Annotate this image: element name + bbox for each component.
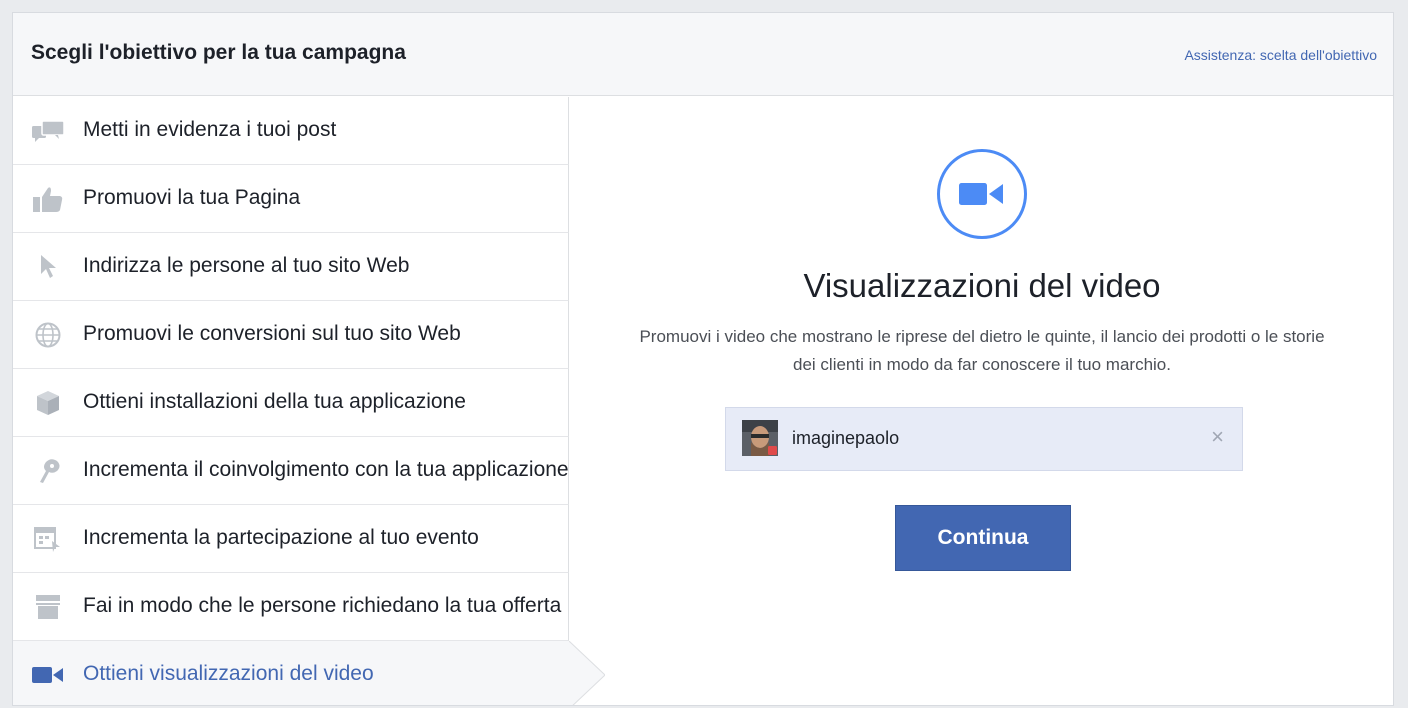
objective-label: Ottieni visualizzazioni del video xyxy=(83,662,374,685)
objective-offer-claims[interactable]: Fai in modo che le persone richiedano la… xyxy=(13,573,569,641)
objective-label: Promuovi le conversioni sul tuo sito Web xyxy=(83,322,461,345)
objective-title: Visualizzazioni del video xyxy=(803,267,1161,304)
panel-header: Scegli l'obiettivo per la tua campagna A… xyxy=(13,13,1393,96)
store-icon xyxy=(31,595,65,619)
globe-icon xyxy=(31,322,65,348)
objective-description: Promuovi i video che mostrano le riprese… xyxy=(639,327,1325,374)
objective-label: Indirizza le persone al tuo sito Web xyxy=(83,254,410,277)
page-name: imaginepaolo xyxy=(792,428,900,448)
objective-promote-page[interactable]: Promuovi la tua Pagina xyxy=(13,165,569,233)
page-selector[interactable]: imaginepaolo × xyxy=(725,407,1243,471)
objective-list: Metti in evidenza i tuoi post Promuovi l… xyxy=(13,97,605,705)
thumbs-up-icon xyxy=(31,187,65,212)
continue-button[interactable]: Continua xyxy=(895,505,1071,571)
campaign-objective-panel: Scegli l'obiettivo per la tua campagna A… xyxy=(12,12,1394,706)
objective-label: Ottieni installazioni della tua applicaz… xyxy=(83,390,466,413)
help-link[interactable]: Assistenza: scelta dell'obiettivo xyxy=(1184,47,1377,63)
objective-event-responses[interactable]: Incrementa la partecipazione al tuo even… xyxy=(13,505,569,573)
objective-label: Fai in modo che le persone richiedano la… xyxy=(83,594,562,617)
objective-app-engagement[interactable]: Incrementa il coinvolgimento con la tua … xyxy=(13,437,569,505)
objective-boost-posts[interactable]: Metti in evidenza i tuoi post xyxy=(13,97,569,165)
objective-label: Metti in evidenza i tuoi post xyxy=(83,118,337,141)
objective-label: Incrementa il coinvolgimento con la tua … xyxy=(83,458,569,481)
objective-website-conversions[interactable]: Promuovi le conversioni sul tuo sito Web xyxy=(13,301,569,369)
objective-detail: Visualizzazioni del video Promuovi i vid… xyxy=(569,97,1393,705)
avatar xyxy=(742,420,778,456)
objective-website-clicks[interactable]: Indirizza le persone al tuo sito Web xyxy=(13,233,569,301)
close-icon[interactable]: × xyxy=(1211,424,1224,450)
boost-post-icon xyxy=(31,119,65,143)
panel-title: Scegli l'obiettivo per la tua campagna xyxy=(31,41,406,64)
objective-label: Promuovi la tua Pagina xyxy=(83,186,301,209)
calendar-icon xyxy=(31,527,65,552)
video-camera-icon xyxy=(937,149,1027,239)
objective-label: Incrementa la partecipazione al tuo even… xyxy=(83,526,479,549)
objective-app-installs[interactable]: Ottieni installazioni della tua applicaz… xyxy=(13,369,569,437)
cursor-icon xyxy=(31,255,65,279)
box-icon xyxy=(31,391,65,415)
joystick-icon xyxy=(31,459,65,483)
video-camera-icon xyxy=(31,663,65,687)
objective-video-views[interactable]: Ottieni visualizzazioni del video xyxy=(13,641,605,705)
